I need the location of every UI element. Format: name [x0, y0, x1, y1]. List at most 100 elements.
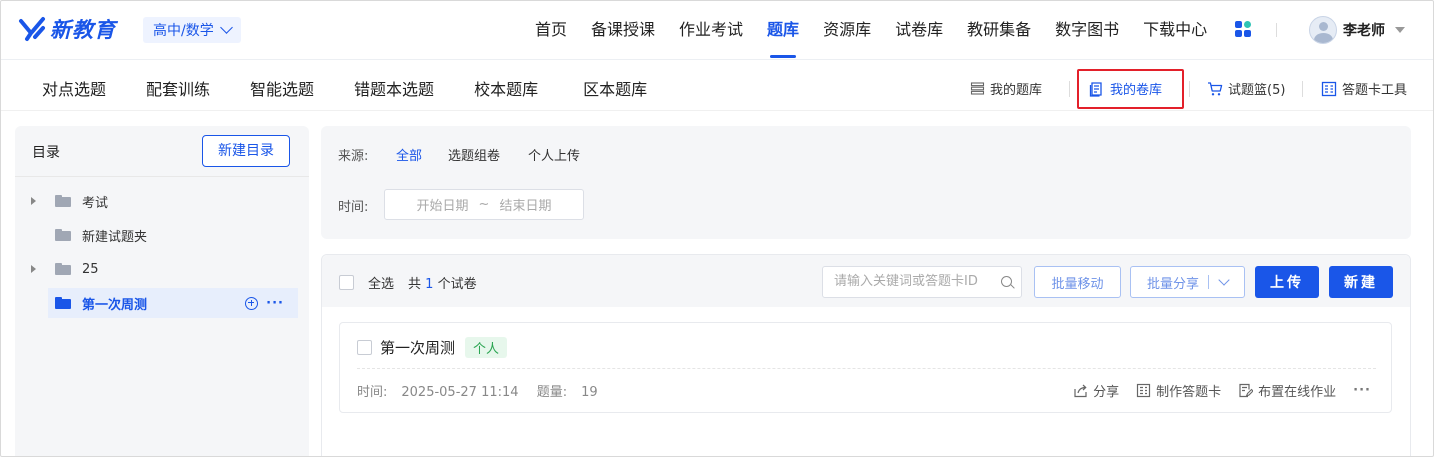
- answer-card-tool-label: 答题卡工具: [1342, 83, 1408, 98]
- my-question-bank-label: 我的题库: [990, 83, 1043, 98]
- question-basket-link[interactable]: 试题篮(5): [1207, 79, 1285, 98]
- add-circle-icon[interactable]: [245, 296, 259, 310]
- chevron-down-icon: [219, 21, 233, 34]
- question-count-label: 题量:: [536, 385, 568, 400]
- divider: [1302, 81, 1303, 97]
- paper-list-panel: 全选 共 1 个试卷 请输入关键词或答题卡ID 批量移动 批量分享 上传 新建 …: [321, 254, 1411, 457]
- source-option-all[interactable]: 全部: [396, 145, 422, 164]
- my-question-bank-link[interactable]: 我的题库: [970, 79, 1042, 98]
- assign-online-homework-label: 布置在线作业: [1258, 385, 1337, 400]
- count-suffix: 个试卷: [437, 277, 477, 292]
- nav-home[interactable]: 首页: [523, 0, 579, 60]
- answer-card-icon: [1137, 383, 1151, 398]
- batch-share-button[interactable]: 批量分享: [1130, 266, 1245, 298]
- toolbar: 我的题库 我的卷库 试题篮(5) 答题卡工具: [0, 61, 1434, 111]
- brand-mark-icon: [19, 17, 45, 41]
- tree-item-label: 新建试题夹: [82, 229, 148, 245]
- nav-resources[interactable]: 资源库: [811, 0, 883, 60]
- sub-nav: 对点选题 配套训练 智能选题 错题本选题 校本题库 区本题库 我的题库 我的卷库…: [0, 61, 1434, 111]
- divider: [15, 176, 309, 177]
- user-menu[interactable]: 李老师: [1309, 16, 1405, 44]
- tree-item-new-folder[interactable]: 新建试题夹: [48, 220, 298, 250]
- create-button[interactable]: 新建: [1329, 266, 1393, 298]
- date-range-picker[interactable]: 开始日期 ~ 结束日期: [384, 189, 584, 220]
- source-option-selected-compose[interactable]: 选题组卷: [448, 145, 500, 164]
- user-name: 李老师: [1343, 23, 1385, 39]
- folder-check-icon: [55, 297, 71, 309]
- filter-panel: 来源: 全部 选题组卷 个人上传 时间: 开始日期 ~ 结束日期: [321, 126, 1411, 239]
- start-date-input[interactable]: 开始日期: [417, 195, 469, 214]
- search-icon[interactable]: [1001, 276, 1012, 287]
- divider: [1189, 81, 1190, 97]
- divider: [1276, 23, 1277, 37]
- top-bar: 新教育 高中/数学 首页 备课授课 作业考试 题库 资源库 试卷库 教研集备 数…: [0, 0, 1434, 60]
- paper-count: 共 1 个试卷: [408, 273, 477, 292]
- make-answer-card-action[interactable]: 制作答题卡: [1136, 381, 1221, 400]
- tree-item-label: 第一次周测: [82, 297, 148, 313]
- tree-item-exams[interactable]: 考试: [31, 186, 298, 216]
- share-label: 分享: [1093, 385, 1120, 400]
- new-directory-button[interactable]: 新建目录: [202, 135, 290, 167]
- tree-item-first-weekly-test[interactable]: 第一次周测 ···: [48, 288, 298, 318]
- brand-name: 新教育: [50, 18, 116, 42]
- nav-digital-books[interactable]: 数字图书: [1043, 0, 1131, 60]
- folder-icon: [55, 229, 71, 241]
- caret-down-icon: [1395, 27, 1405, 33]
- nav-teaching-research[interactable]: 教研集备: [955, 0, 1043, 60]
- share-action[interactable]: 分享: [1073, 381, 1119, 400]
- divider: [1069, 81, 1070, 97]
- apps-grid-icon[interactable]: [1235, 21, 1251, 37]
- end-date-input[interactable]: 结束日期: [499, 195, 551, 214]
- folder-icon: [55, 195, 71, 207]
- divider: [357, 368, 1376, 369]
- source-option-personal-upload[interactable]: 个人上传: [528, 145, 580, 164]
- batch-move-button[interactable]: 批量移动: [1034, 266, 1121, 298]
- paper-actions: 分享 制作答题卡 布置在线作业 ···: [1073, 381, 1371, 400]
- tree-item-25[interactable]: 25: [31, 254, 298, 284]
- count-value: 1: [425, 277, 434, 292]
- time-value: 2025-05-27 11:14: [401, 385, 519, 400]
- paper-time: 时间: 2025-05-27 11:14: [357, 385, 519, 400]
- folder-icon: [55, 263, 71, 275]
- question-basket-label: 试题篮(5): [1228, 83, 1286, 98]
- batch-share-label: 批量分享: [1146, 276, 1199, 292]
- paper-meta: 时间: 2025-05-27 11:14 题量: 19: [357, 381, 598, 400]
- search-input[interactable]: 请输入关键词或答题卡ID: [822, 266, 1022, 298]
- paper-card[interactable]: 第一次周测 个人 时间: 2025-05-27 11:14 题量: 19 分享 制作…: [339, 322, 1392, 413]
- avatar: [1309, 16, 1337, 44]
- caret-right-icon[interactable]: [31, 265, 36, 273]
- paper-checkbox[interactable]: [357, 340, 372, 355]
- question-count-value: 19: [581, 385, 598, 400]
- main-nav: 首页 备课授课 作业考试 题库 资源库 试卷库 教研集备 数字图书 下载中心: [523, 0, 1219, 60]
- upload-button[interactable]: 上传: [1255, 266, 1319, 298]
- paper-title[interactable]: 第一次周测: [380, 337, 455, 358]
- search-placeholder: 请输入关键词或答题卡ID: [834, 274, 978, 289]
- assign-online-homework-action[interactable]: 布置在线作业: [1238, 381, 1336, 400]
- time-label: 时间:: [338, 200, 369, 215]
- select-all-checkbox[interactable]: [339, 275, 354, 290]
- chevron-down-icon[interactable]: [1218, 274, 1230, 286]
- list-icon: [970, 82, 985, 95]
- share-icon: [1074, 384, 1087, 398]
- tree-item-label: 25: [82, 261, 99, 277]
- nav-paper-library[interactable]: 试卷库: [883, 0, 955, 60]
- more-icon[interactable]: ···: [266, 296, 284, 311]
- directory-sidebar: 目录 新建目录 考试 新建试题夹 25 第一次周测 ···: [15, 126, 309, 457]
- nav-homework-exam[interactable]: 作业考试: [667, 0, 755, 60]
- grade-subject-select[interactable]: 高中/数学: [143, 17, 241, 43]
- nav-question-bank[interactable]: 题库: [755, 0, 811, 60]
- source-label: 来源:: [338, 149, 369, 164]
- caret-right-icon[interactable]: [31, 197, 36, 205]
- tree-item-label: 考试: [82, 195, 109, 211]
- answer-card-icon: [1321, 81, 1337, 96]
- grade-subject-value: 高中/数学: [153, 23, 214, 39]
- paper-title-row: 第一次周测 个人: [357, 337, 508, 358]
- brand-logo[interactable]: 新教育: [18, 13, 116, 45]
- nav-lesson-prep[interactable]: 备课授课: [579, 0, 667, 60]
- answer-card-tool-link[interactable]: 答题卡工具: [1321, 79, 1407, 98]
- more-icon[interactable]: ···: [1353, 383, 1371, 398]
- select-all-label: 全选: [368, 277, 395, 292]
- edit-document-icon: [1239, 383, 1254, 398]
- highlight-box: [1077, 69, 1184, 109]
- nav-download-center[interactable]: 下载中心: [1131, 0, 1219, 60]
